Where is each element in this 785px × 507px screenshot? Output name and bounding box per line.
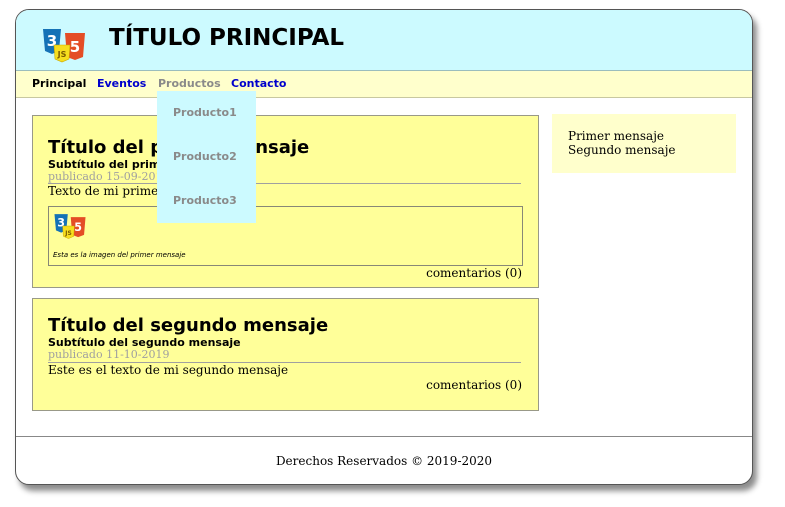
post-title: Título del segundo mensaje — [48, 315, 329, 336]
post-date: publicado 15-09-2019 — [48, 170, 170, 183]
page-title: TÍTULO PRINCIPAL — [109, 25, 345, 51]
site-header: 3 5 JS TÍTULO PRINCIPAL — [16, 10, 752, 71]
site-footer: Derechos Reservados © 2019-2020 — [16, 436, 752, 484]
nav-item-principal[interactable]: Principal — [32, 77, 86, 90]
comments-link[interactable]: comentarios (0) — [426, 266, 522, 280]
nav-item-contacto[interactable]: Contacto — [231, 77, 286, 90]
css3-js-html5-logo-icon: 3 5 JS — [43, 29, 85, 63]
nav-item-eventos[interactable]: Eventos — [97, 77, 146, 90]
productos-dropdown-menu: Producto1 Producto2 Producto3 — [157, 91, 256, 223]
svg-text:5: 5 — [70, 38, 80, 56]
dropdown-item-producto3[interactable]: Producto3 — [173, 194, 237, 207]
sidebar: Primer mensaje Segundo mensaje — [552, 114, 736, 173]
sidebar-item-segundo-mensaje[interactable]: Segundo mensaje — [568, 143, 676, 157]
dropdown-item-producto2[interactable]: Producto2 — [173, 150, 237, 163]
post-figure: 3 5 JS Esta es la imagen del primer mens… — [48, 206, 523, 266]
post-date: publicado 11-10-2019 — [48, 348, 170, 361]
figure-caption: Esta es la imagen del primer mensaje — [53, 251, 186, 259]
browser-window: 3 5 JS TÍTULO PRINCIPAL Principal Evento… — [15, 9, 753, 485]
svg-text:5: 5 — [74, 221, 82, 234]
post-card: Título del segundo mensaje Subtítulo del… — [32, 298, 539, 411]
main-nav: Principal Eventos Productos Contacto — [16, 71, 752, 98]
nav-item-productos[interactable]: Productos — [158, 77, 221, 90]
footer-copyright: Derechos Reservados © 2019-2020 — [275, 454, 493, 468]
dropdown-item-producto1[interactable]: Producto1 — [173, 106, 237, 119]
post-card: Título del primer mensaje Subtítulo del … — [32, 115, 539, 288]
css3-js-html5-logo-icon: 3 5 JS — [54, 214, 86, 239]
post-text: Este es el texto de mi segundo mensaje — [48, 363, 289, 377]
sidebar-item-primer-mensaje[interactable]: Primer mensaje — [568, 129, 664, 143]
comments-link[interactable]: comentarios (0) — [426, 378, 522, 392]
svg-text:JS: JS — [64, 231, 71, 237]
svg-text:JS: JS — [57, 50, 67, 59]
